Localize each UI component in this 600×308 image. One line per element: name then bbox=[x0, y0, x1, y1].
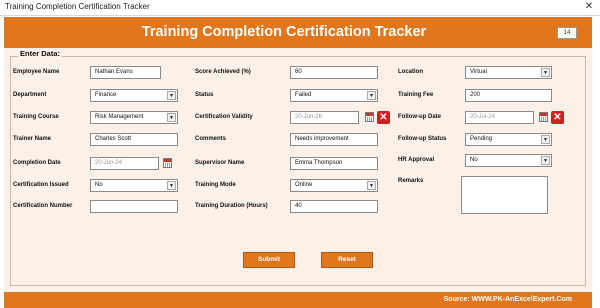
status-select[interactable]: Failed ▼ bbox=[290, 89, 378, 102]
chevron-down-icon[interactable]: ▼ bbox=[367, 91, 376, 100]
calendar-icon[interactable] bbox=[365, 112, 374, 122]
training-duration-input[interactable]: 40 bbox=[290, 200, 378, 213]
department-select[interactable]: Finance ▼ bbox=[90, 89, 178, 102]
header-banner: Training Completion Certification Tracke… bbox=[4, 17, 592, 48]
close-icon[interactable]: ✕ bbox=[582, 0, 596, 14]
page-title: Training Completion Certification Tracke… bbox=[141, 24, 427, 40]
certification-issued-label: Certification Issued bbox=[13, 182, 69, 188]
calendar-icon[interactable] bbox=[163, 158, 172, 168]
training-course-label: Training Course bbox=[13, 114, 59, 120]
clear-date-icon[interactable]: ✕ bbox=[551, 111, 564, 124]
completion-date-input[interactable]: 20-Jun-24 bbox=[90, 157, 159, 170]
trainer-name-input[interactable]: Charles Scott bbox=[90, 133, 178, 146]
chevron-down-icon[interactable]: ▼ bbox=[367, 181, 376, 190]
score-achieved-input[interactable]: 60 bbox=[290, 66, 378, 79]
hr-approval-select[interactable]: No ▼ bbox=[465, 154, 552, 167]
submit-button[interactable]: Submit bbox=[243, 252, 295, 268]
certification-issued-value: No bbox=[95, 182, 103, 188]
status-value: Failed bbox=[295, 92, 312, 98]
calendar-icon[interactable] bbox=[539, 112, 548, 122]
follow-up-status-select[interactable]: Pending ▼ bbox=[465, 133, 552, 146]
employee-name-input[interactable]: Nathan Evans bbox=[90, 66, 161, 79]
follow-up-status-label: Follow-up Status bbox=[398, 136, 447, 142]
score-achieved-label: Score Achieved (%) bbox=[195, 69, 251, 75]
reset-button[interactable]: Reset bbox=[321, 252, 373, 268]
certification-number-label: Certification Number bbox=[13, 203, 73, 209]
training-mode-label: Training Mode bbox=[195, 182, 236, 188]
remarks-label: Remarks bbox=[398, 178, 424, 184]
status-label: Status bbox=[195, 92, 214, 98]
follow-up-status-value: Pending bbox=[470, 136, 493, 142]
training-mode-value: Online bbox=[295, 182, 313, 188]
training-duration-label: Training Duration (Hours) bbox=[195, 203, 268, 209]
hr-approval-value: No bbox=[470, 157, 478, 163]
source-text: Source: WWW.PK-AnExcelExpert.Com bbox=[443, 296, 572, 303]
training-course-select[interactable]: Risk Management ▼ bbox=[90, 111, 178, 124]
record-counter: 14 bbox=[557, 27, 577, 39]
chevron-down-icon[interactable]: ▼ bbox=[167, 181, 176, 190]
employee-name-label: Employee Name bbox=[13, 69, 60, 75]
group-legend: Enter Data: bbox=[18, 49, 63, 58]
department-value: Finance bbox=[95, 92, 117, 98]
department-label: Department bbox=[13, 92, 47, 98]
certification-validity-label: Certification Validity bbox=[195, 114, 253, 120]
window-titlebar: Training Completion Certification Tracke… bbox=[0, 0, 600, 16]
footer-bar: Source: WWW.PK-AnExcelExpert.Com bbox=[4, 292, 592, 308]
training-course-value: Risk Management bbox=[95, 114, 144, 120]
location-value: Virtual bbox=[470, 69, 487, 75]
training-mode-select[interactable]: Online ▼ bbox=[290, 179, 378, 192]
training-fee-input[interactable]: 200 bbox=[465, 89, 552, 102]
supervisor-name-label: Supervisor Name bbox=[195, 160, 245, 166]
remarks-textarea[interactable] bbox=[461, 176, 548, 214]
window-title: Training Completion Certification Tracke… bbox=[5, 2, 150, 11]
supervisor-name-input[interactable]: Emma Thompson bbox=[290, 157, 378, 170]
entry-form: Enter Data: Employee Name Nathan Evans D… bbox=[4, 48, 592, 292]
chevron-down-icon[interactable]: ▼ bbox=[167, 113, 176, 122]
comments-label: Comments bbox=[195, 136, 227, 142]
chevron-down-icon[interactable]: ▼ bbox=[541, 135, 550, 144]
certification-validity-input[interactable]: 20-Jun-26 bbox=[290, 111, 359, 124]
certification-issued-select[interactable]: No ▼ bbox=[90, 179, 178, 192]
location-label: Location bbox=[398, 69, 423, 75]
certification-number-input[interactable] bbox=[90, 200, 178, 213]
training-fee-label: Training Fee bbox=[398, 92, 434, 98]
completion-date-label: Completion Date bbox=[13, 160, 61, 166]
chevron-down-icon[interactable]: ▼ bbox=[167, 91, 176, 100]
trainer-name-label: Trainer Name bbox=[13, 136, 52, 142]
chevron-down-icon[interactable]: ▼ bbox=[541, 156, 550, 165]
follow-up-date-input[interactable]: 20-Jul-24 bbox=[465, 111, 534, 124]
comments-input[interactable]: Needs improvement bbox=[290, 133, 378, 146]
follow-up-date-label: Follow-up Date bbox=[398, 114, 441, 120]
hr-approval-label: HR Approval bbox=[398, 157, 435, 163]
chevron-down-icon[interactable]: ▼ bbox=[541, 68, 550, 77]
location-select[interactable]: Virtual ▼ bbox=[465, 66, 552, 79]
clear-date-icon[interactable]: ✕ bbox=[377, 111, 390, 124]
